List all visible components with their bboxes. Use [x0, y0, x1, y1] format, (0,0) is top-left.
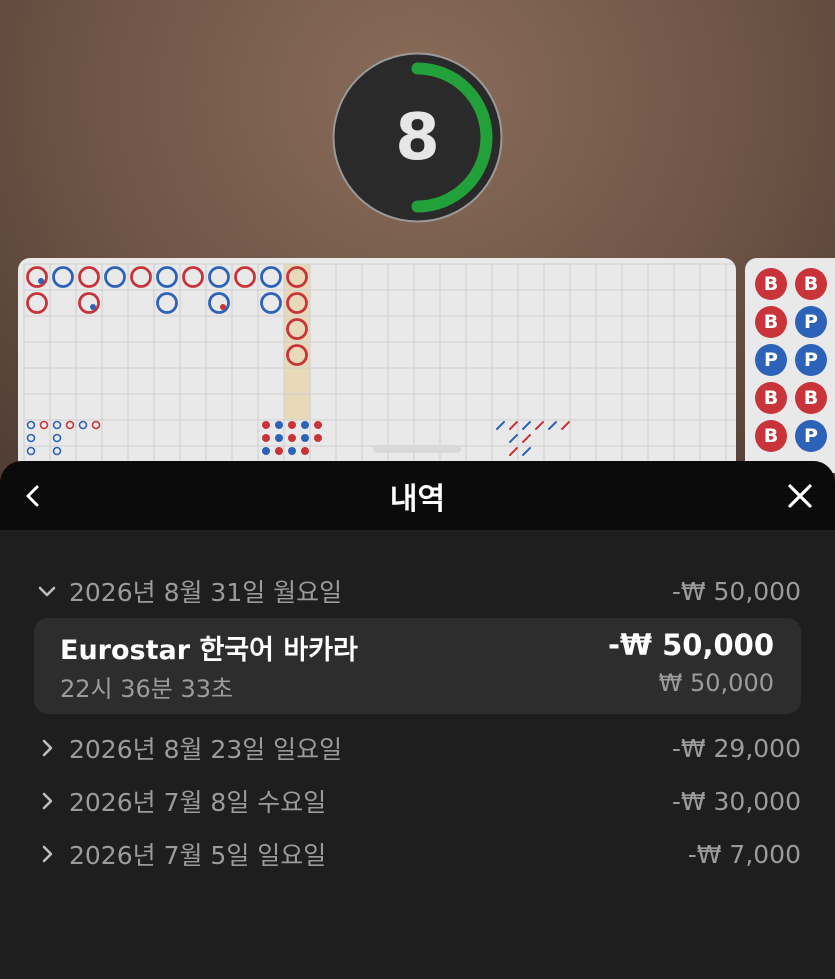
day-date: 2026년 8월 31일 월요일 — [69, 578, 343, 607]
transaction-card[interactable]: Eurostar 한국어 바카라 22시 36분 33초 -₩ 50,000 ₩… — [34, 618, 801, 714]
sheet-title: 내역 — [389, 481, 446, 517]
timer-value: 8 — [395, 100, 440, 175]
small-road-mark — [26, 420, 36, 430]
player-chip: P — [795, 420, 827, 452]
road-grid — [23, 263, 736, 473]
road-mark — [104, 266, 126, 288]
bead-dot — [262, 434, 270, 442]
road-mark — [182, 266, 204, 288]
pair-dot — [38, 278, 44, 284]
bead-dot — [275, 447, 283, 455]
small-road-mark — [26, 446, 36, 456]
cockroach-mark — [535, 421, 544, 430]
chevron-left-icon — [26, 485, 39, 507]
day-total: -₩ 29,000 — [671, 733, 801, 763]
cockroach-mark — [509, 421, 518, 430]
day-row[interactable]: 2026년 8월 23일 일요일 -₩ 29,000 — [36, 728, 801, 768]
bead-dot — [288, 421, 296, 429]
banker-chip: B — [755, 382, 787, 414]
small-road-mark — [52, 446, 62, 456]
player-chip: P — [795, 344, 827, 376]
pair-dot — [220, 304, 226, 310]
sheet-header: 내역 — [0, 461, 835, 530]
small-road-mark — [52, 433, 62, 443]
cockroach-mark — [522, 421, 531, 430]
road-mark — [156, 266, 178, 288]
transaction-result: -₩ 50,000 — [607, 628, 774, 662]
road-mark — [78, 266, 100, 288]
close-icon — [788, 484, 812, 508]
chevron-right-icon — [42, 739, 53, 757]
sheet-drag-handle[interactable] — [373, 445, 461, 453]
bead-dot — [314, 434, 322, 442]
road-mark — [234, 266, 256, 288]
bead-dot — [301, 447, 309, 455]
bead-dot — [262, 447, 270, 455]
cockroach-mark — [522, 434, 531, 443]
cockroach-mark — [548, 421, 557, 430]
small-road-mark — [91, 420, 101, 430]
small-road-mark — [26, 433, 36, 443]
small-road-mark — [78, 420, 88, 430]
bead-dot — [262, 421, 270, 429]
banker-chip: B — [795, 268, 827, 300]
bead-dot — [301, 421, 309, 429]
bead-road-board[interactable] — [18, 258, 736, 473]
day-total: -₩ 7,000 — [687, 839, 801, 869]
bead-dot — [288, 447, 296, 455]
road-mark — [260, 266, 282, 288]
small-road-mark — [52, 420, 62, 430]
transaction-bet: ₩ 50,000 — [658, 669, 774, 697]
bead-dot — [275, 421, 283, 429]
transaction-game: Eurostar 한국어 바카라 — [60, 635, 358, 666]
close-button[interactable] — [779, 475, 821, 517]
cockroach-mark — [496, 421, 505, 430]
cockroach-mark — [509, 434, 518, 443]
back-button[interactable] — [12, 475, 54, 517]
day-row[interactable]: 2026년 7월 5일 일요일 -₩ 7,000 — [36, 834, 801, 874]
chevron-right-icon — [42, 792, 53, 810]
day-date: 2026년 7월 8일 수요일 — [69, 788, 327, 817]
small-road-mark — [39, 420, 49, 430]
banker-chip: B — [755, 306, 787, 338]
transaction-time: 22시 36분 33초 — [60, 675, 234, 703]
bead-dot — [314, 421, 322, 429]
bead-dot — [275, 434, 283, 442]
road-mark — [260, 292, 282, 314]
chevron-down-icon — [38, 586, 56, 597]
banker-chip: B — [755, 268, 787, 300]
countdown-timer: 8 — [330, 50, 505, 225]
small-road-mark — [65, 420, 75, 430]
banker-chip: B — [795, 382, 827, 414]
day-date: 2026년 7월 5일 일요일 — [69, 841, 327, 870]
road-mark — [130, 266, 152, 288]
day-total: -₩ 30,000 — [671, 786, 801, 816]
cockroach-mark — [522, 447, 531, 456]
day-row[interactable]: 2026년 7월 8일 수요일 -₩ 30,000 — [36, 781, 801, 821]
road-mark — [26, 266, 48, 288]
road-mark — [208, 266, 230, 288]
pair-dot — [90, 304, 96, 310]
day-date: 2026년 8월 23일 일요일 — [69, 735, 343, 764]
cockroach-mark — [509, 447, 518, 456]
bead-dot — [288, 434, 296, 442]
day-row-expanded[interactable]: 2026년 8월 31일 월요일 -₩ 50,000 — [36, 571, 801, 611]
day-total: -₩ 50,000 — [671, 576, 801, 606]
road-mark — [156, 292, 178, 314]
chevron-right-icon — [42, 845, 53, 863]
bead-dot — [301, 434, 309, 442]
road-mark — [26, 292, 48, 314]
banker-chip: B — [755, 420, 787, 452]
player-chip: P — [755, 344, 787, 376]
player-chip: P — [795, 306, 827, 338]
side-road-board[interactable]: BBBPPPBBBP — [745, 258, 835, 473]
road-mark — [208, 292, 230, 314]
cockroach-mark — [561, 421, 570, 430]
road-mark — [78, 292, 100, 314]
history-sheet: 내역 2026년 8월 31일 월요일 -₩ 50,000 Eurostar 한… — [0, 461, 835, 979]
road-mark — [52, 266, 74, 288]
